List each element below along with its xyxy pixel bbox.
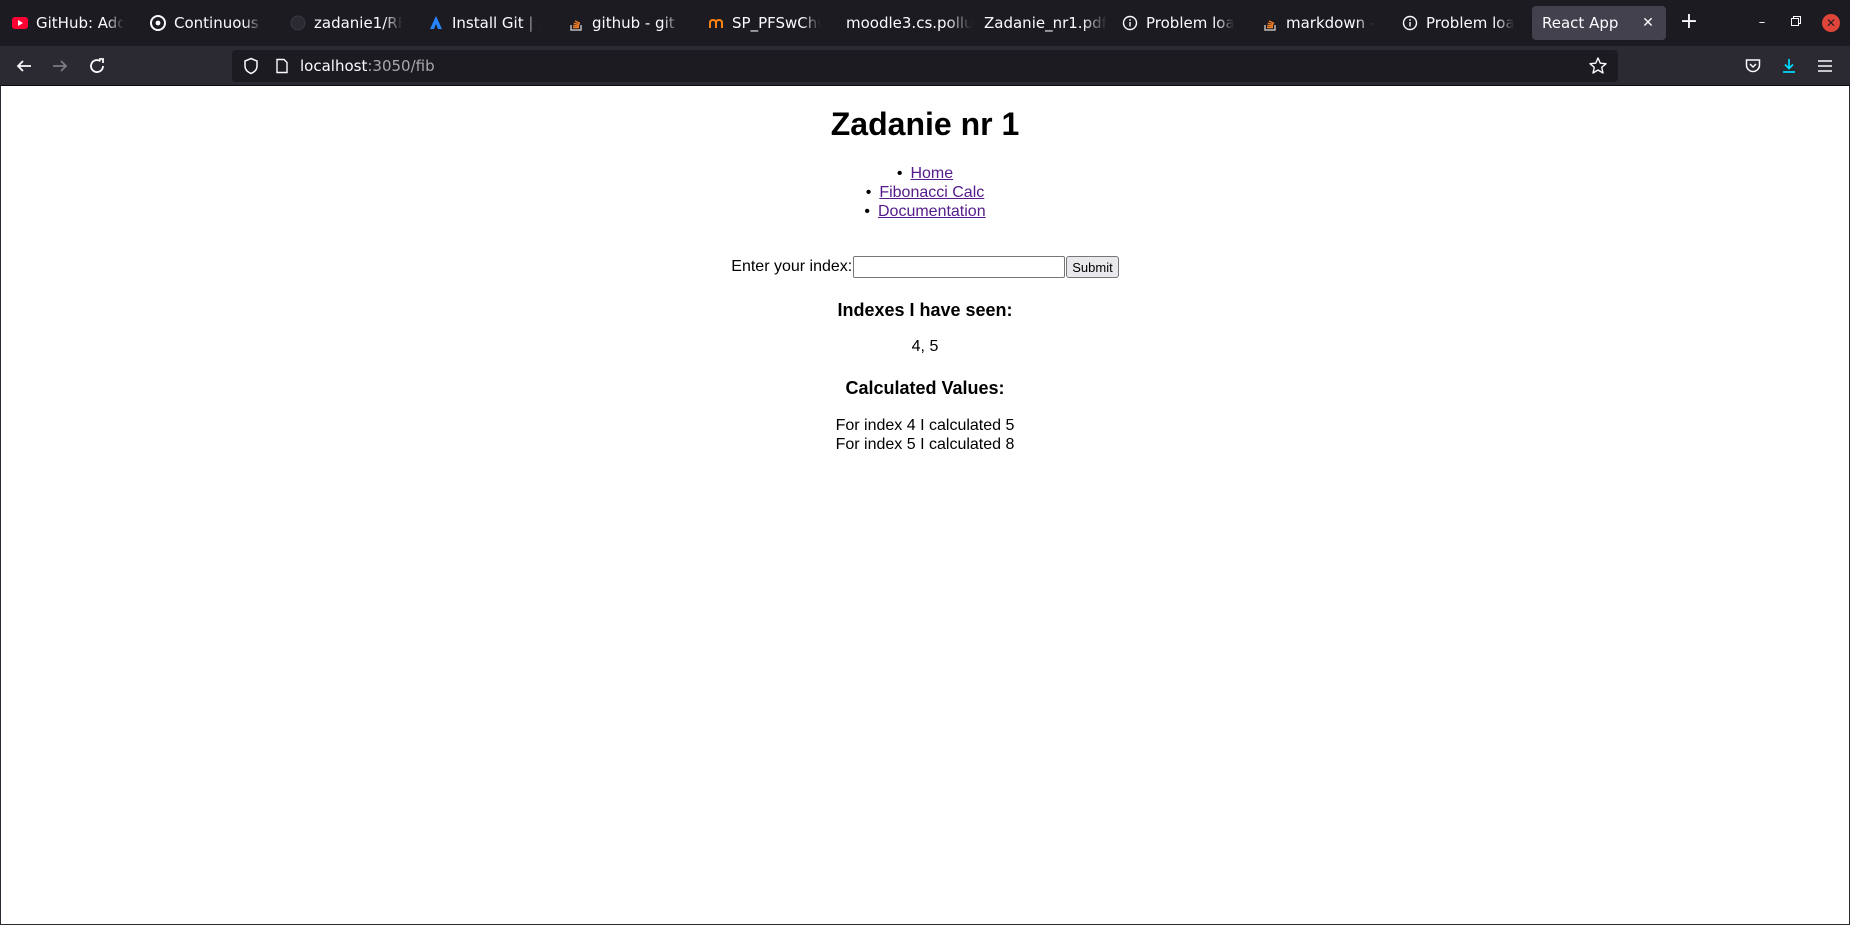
youtube-icon bbox=[12, 15, 28, 31]
page-nav-list: Home Fibonacci Calc Documentation bbox=[1, 164, 1849, 221]
moodle-icon bbox=[708, 15, 724, 31]
home-link[interactable]: Home bbox=[910, 165, 953, 182]
documentation-link[interactable]: Documentation bbox=[878, 203, 986, 220]
tab-install-git[interactable]: Install Git | Atl bbox=[420, 6, 548, 40]
tab-problem-loading-1[interactable]: Problem loadi bbox=[1114, 6, 1242, 40]
reload-icon[interactable] bbox=[86, 55, 108, 77]
minimize-icon[interactable]: – bbox=[1752, 13, 1772, 33]
list-item: Home bbox=[1, 164, 1849, 183]
new-tab-button[interactable]: + bbox=[1676, 10, 1702, 36]
fibonacci-calc-link[interactable]: Fibonacci Calc bbox=[879, 184, 984, 201]
bookmark-star-icon[interactable] bbox=[1588, 56, 1608, 76]
tab-sp-pfswchos[interactable]: SP_PFSwChOs bbox=[700, 6, 828, 40]
tab-markdown[interactable]: markdown - H bbox=[1254, 6, 1382, 40]
address-bar[interactable]: localhost:3050/fib bbox=[232, 50, 1618, 82]
tab-title: zadanie1/READ bbox=[314, 14, 402, 32]
close-window-icon[interactable]: ✕ bbox=[1822, 14, 1840, 32]
pocket-icon[interactable] bbox=[1743, 56, 1763, 76]
page-info-icon[interactable] bbox=[274, 58, 290, 74]
index-form: Enter your index: Submit bbox=[1, 256, 1849, 278]
list-item: Fibonacci Calc bbox=[1, 183, 1849, 202]
tab-zadanie-pdf[interactable]: Zadanie_nr1.pdf bbox=[976, 6, 1118, 40]
close-tab-icon[interactable]: ✕ bbox=[1640, 15, 1656, 31]
tab-github-git-error[interactable]: github - git err bbox=[560, 6, 688, 40]
tab-strip: GitHub: Add an Continuous Int zadanie1/R… bbox=[0, 0, 1850, 46]
tab-moodle3[interactable]: moodle3.cs.pollub bbox=[838, 6, 980, 40]
tab-title: GitHub: Add an bbox=[36, 14, 124, 32]
calculated-values-list: For index 4 I calculated 5 For index 5 I… bbox=[1, 416, 1849, 454]
page-title: Zadanie nr 1 bbox=[830, 106, 1020, 142]
index-label: Enter your index: bbox=[731, 258, 853, 275]
back-icon[interactable] bbox=[13, 55, 35, 77]
indexes-seen-heading: Indexes I have seen: bbox=[837, 300, 1013, 320]
tab-title: markdown - H bbox=[1286, 14, 1374, 32]
calculated-value-item: For index 5 I calculated 8 bbox=[835, 436, 1015, 453]
app-menu-icon[interactable] bbox=[1815, 56, 1835, 76]
stackoverflow-icon bbox=[568, 15, 584, 31]
tab-title: github - git err bbox=[592, 14, 680, 32]
tab-title: Problem loadi bbox=[1426, 14, 1514, 32]
indexes-seen-values: 4, 5 bbox=[911, 338, 939, 355]
tab-problem-loading-2[interactable]: Problem loadi bbox=[1394, 6, 1522, 40]
tracking-protection-shield-icon[interactable] bbox=[242, 57, 260, 75]
info-icon bbox=[1122, 15, 1138, 31]
url-path: :3050/fib bbox=[367, 57, 435, 75]
atlassian-icon bbox=[428, 15, 444, 31]
url-host: localhost bbox=[300, 57, 368, 75]
page-content: Zadanie nr 1 Home Fibonacci Calc Documen… bbox=[0, 86, 1850, 925]
tab-title: moodle3.cs.pollub bbox=[846, 14, 972, 32]
list-item: Documentation bbox=[1, 202, 1849, 221]
tab-title: Continuous Int bbox=[174, 14, 262, 32]
downloads-icon[interactable] bbox=[1779, 56, 1799, 76]
tab-title: SP_PFSwChOs bbox=[732, 14, 820, 32]
info-icon bbox=[1402, 15, 1418, 31]
calculated-values-heading: Calculated Values: bbox=[845, 378, 1005, 398]
tab-github-add[interactable]: GitHub: Add an bbox=[4, 6, 132, 40]
restore-icon[interactable] bbox=[1786, 13, 1806, 33]
tab-title: Zadanie_nr1.pdf bbox=[984, 14, 1107, 32]
tab-title: Install Git | Atl bbox=[452, 14, 540, 32]
tab-react-app[interactable]: React App ✕ bbox=[1532, 6, 1666, 40]
tab-title: React App bbox=[1542, 14, 1619, 32]
index-input[interactable] bbox=[853, 256, 1066, 278]
stackoverflow-icon bbox=[1262, 15, 1278, 31]
tab-title: Problem loadi bbox=[1146, 14, 1234, 32]
url-text[interactable]: localhost:3050/fib bbox=[300, 57, 435, 75]
navigation-toolbar: localhost:3050/fib bbox=[0, 46, 1850, 86]
circleci-icon bbox=[150, 15, 166, 31]
calculated-value-item: For index 4 I calculated 5 bbox=[835, 417, 1015, 434]
tab-zadanie1-readme[interactable]: zadanie1/READ bbox=[282, 6, 410, 40]
tab-continuous-integration[interactable]: Continuous Int bbox=[142, 6, 270, 40]
submit-button[interactable]: Submit bbox=[1066, 256, 1119, 278]
github-icon bbox=[290, 15, 306, 31]
forward-icon[interactable] bbox=[49, 55, 71, 77]
